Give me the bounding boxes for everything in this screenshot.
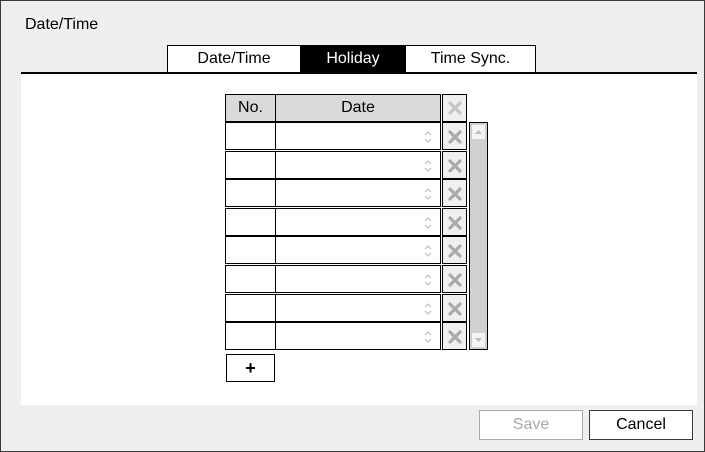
tab-bar: Date/Time Holiday Time Sync. (167, 45, 536, 72)
column-header-no: No. (225, 94, 276, 122)
row-date-field[interactable] (275, 236, 441, 265)
x-icon (448, 330, 462, 344)
row-no-cell (225, 293, 276, 322)
up-down-icon[interactable] (424, 273, 432, 287)
up-down-icon[interactable] (424, 330, 432, 344)
delete-row-button[interactable] (442, 293, 467, 322)
up-down-icon[interactable] (424, 244, 432, 258)
scroll-down-button[interactable] (471, 332, 486, 348)
column-header-date: Date (275, 94, 441, 122)
table-row (1, 122, 705, 151)
row-date-field[interactable] (275, 293, 441, 322)
tab-date-time[interactable]: Date/Time (167, 45, 301, 72)
date-time-dialog: Date/Time Date/Time Holiday Time Sync. N… (0, 0, 705, 452)
row-no-cell (225, 236, 276, 265)
scroll-up-button[interactable] (471, 124, 486, 140)
up-down-icon[interactable] (424, 216, 432, 230)
row-no-cell (225, 322, 276, 351)
add-holiday-button[interactable]: + (226, 354, 275, 382)
delete-row-button[interactable] (442, 236, 467, 265)
row-date-field[interactable] (275, 179, 441, 208)
up-down-icon[interactable] (424, 302, 432, 316)
x-icon (448, 244, 462, 258)
table-row (1, 207, 705, 237)
table-scrollbar[interactable] (469, 122, 488, 350)
table-row (1, 293, 705, 323)
chevron-down-icon (475, 338, 482, 342)
row-date-field[interactable] (275, 207, 441, 236)
table-row (1, 265, 705, 294)
row-date-field[interactable] (275, 150, 441, 179)
chevron-up-icon (475, 130, 482, 134)
row-no-cell (225, 207, 276, 236)
x-icon (448, 101, 462, 115)
table-row (1, 179, 705, 208)
delete-row-button[interactable] (442, 322, 467, 351)
up-down-icon[interactable] (424, 159, 432, 173)
x-icon (448, 130, 462, 144)
row-date-field[interactable] (275, 322, 441, 351)
dialog-title: Date/Time (25, 16, 99, 33)
up-down-icon[interactable] (424, 187, 432, 201)
row-no-cell (225, 179, 276, 208)
table-row (1, 150, 705, 180)
row-no-cell (225, 122, 276, 150)
delete-all-button[interactable] (442, 94, 467, 122)
save-button[interactable]: Save (479, 410, 583, 440)
cancel-button[interactable]: Cancel (589, 410, 693, 440)
table-row (1, 322, 705, 351)
row-no-cell (225, 150, 276, 179)
tab-time-sync[interactable]: Time Sync. (405, 45, 536, 72)
delete-row-button[interactable] (442, 122, 467, 150)
x-icon (448, 158, 462, 173)
x-icon (448, 301, 462, 316)
up-down-icon[interactable] (424, 130, 432, 144)
row-no-cell (225, 265, 276, 293)
delete-row-button[interactable] (442, 150, 467, 179)
x-icon (448, 187, 462, 201)
x-icon (448, 273, 462, 287)
delete-row-button[interactable] (442, 265, 467, 293)
x-icon (448, 216, 462, 230)
table-row (1, 236, 705, 265)
row-date-field[interactable] (275, 122, 441, 150)
delete-row-button[interactable] (442, 179, 467, 208)
row-date-field[interactable] (275, 265, 441, 293)
tab-holiday[interactable]: Holiday (300, 45, 406, 72)
delete-row-button[interactable] (442, 207, 467, 236)
